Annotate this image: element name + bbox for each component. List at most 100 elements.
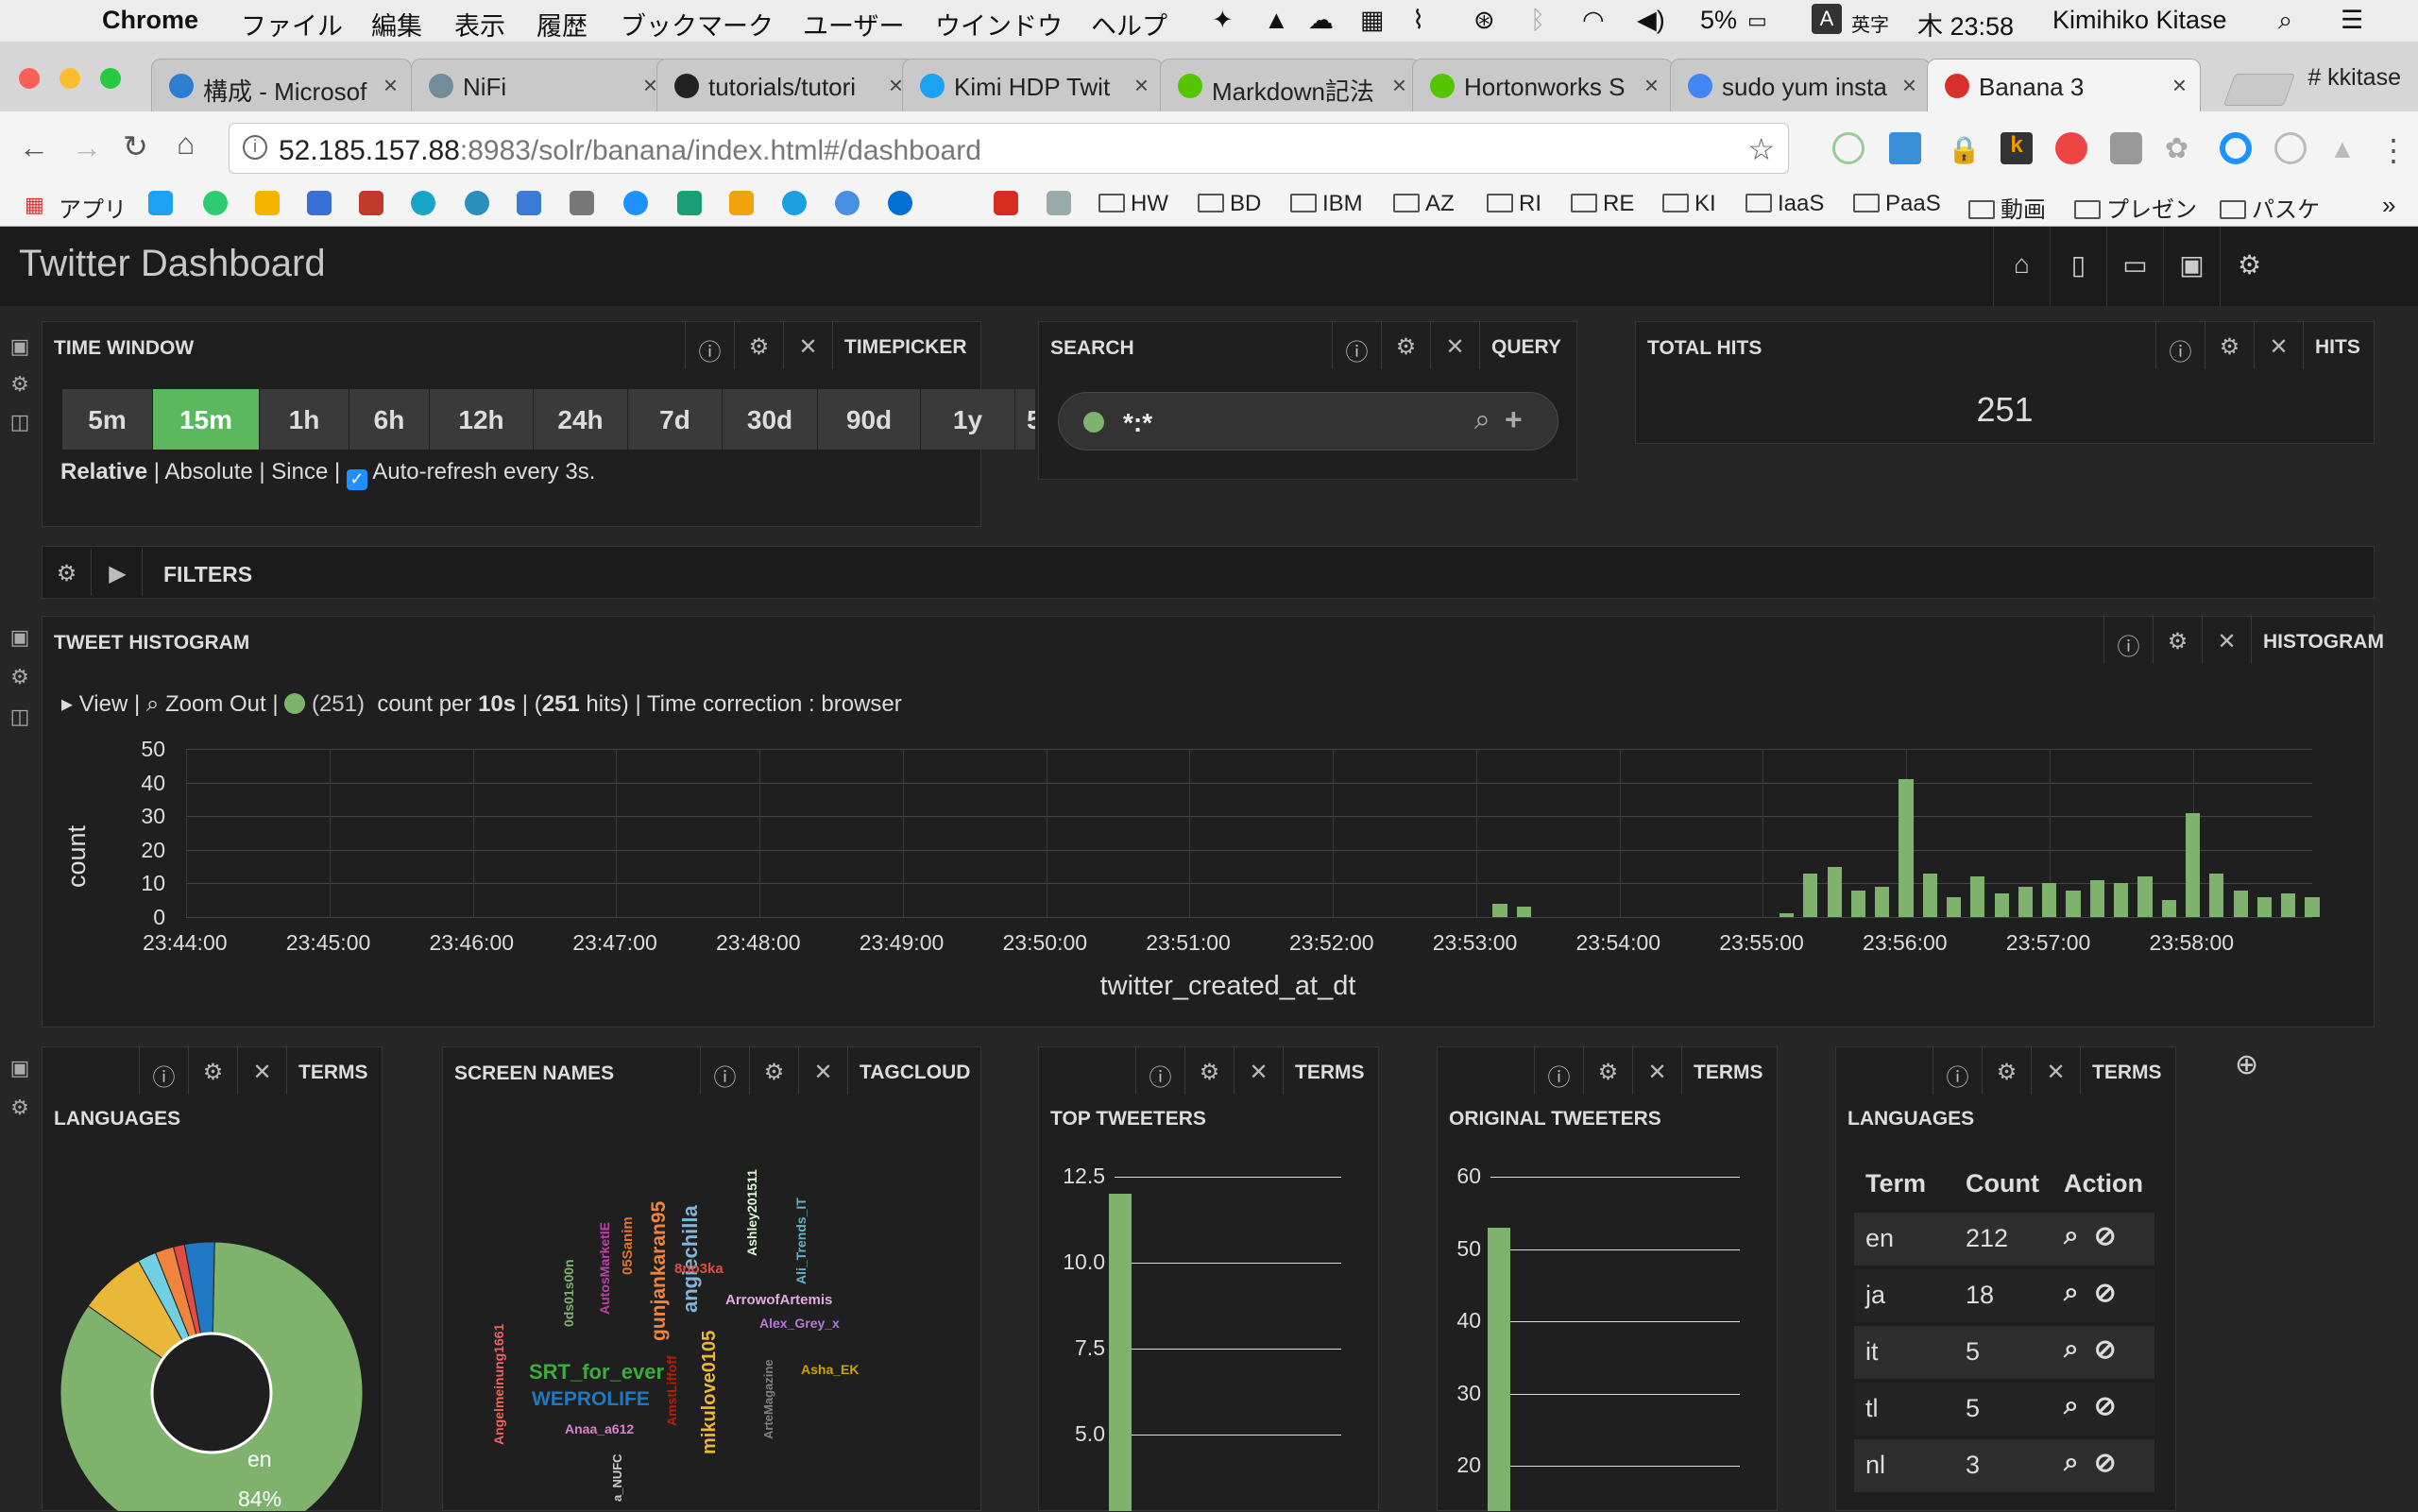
tag-cloud-word[interactable]: 05Sanim <box>620 1216 636 1275</box>
menu-view[interactable]: 表示 <box>454 6 505 42</box>
row-collapse-icon[interactable]: ▣ <box>8 625 32 650</box>
tag-cloud-word[interactable]: Asha_EK <box>801 1362 859 1377</box>
bookmark-folder-paas[interactable]: PaaS <box>1853 191 1941 217</box>
tab-4[interactable]: Kimi HDP Twit × <box>902 59 1163 111</box>
tab-close-icon[interactable]: × <box>1902 71 1916 100</box>
tab-close-icon[interactable]: × <box>2172 71 2187 100</box>
row-collapse-icon[interactable]: ▣ <box>8 1056 32 1080</box>
time-range-30d[interactable]: 30d <box>723 389 818 450</box>
bookmark-box-icon[interactable] <box>729 191 754 215</box>
input-source-icon[interactable]: A <box>1812 4 1842 34</box>
mode-relative[interactable]: Relative <box>60 459 147 484</box>
view-toggle[interactable]: ▸ View <box>61 691 128 717</box>
close-icon[interactable]: ✕ <box>1234 1047 1283 1095</box>
info-icon[interactable]: ⓘ <box>139 1047 188 1095</box>
menu-file[interactable]: ファイル <box>241 6 343 42</box>
extension-gray-icon[interactable] <box>2110 132 2142 164</box>
cloud-icon[interactable]: ☁ <box>1308 6 1334 35</box>
histogram-bar[interactable] <box>2042 883 2057 917</box>
histogram-bar[interactable] <box>2137 876 2153 917</box>
info-icon[interactable]: i <box>243 135 267 160</box>
tag-cloud-word[interactable]: Angelmeinung1661 <box>491 1324 506 1445</box>
bookmark-c-icon[interactable] <box>994 191 1018 215</box>
settings-icon[interactable]: ⚙ <box>188 1047 237 1095</box>
accessibility-icon[interactable]: ⊛ <box>1473 6 1495 35</box>
histogram-bar[interactable] <box>2256 896 2272 917</box>
bookmark-sync-icon[interactable] <box>623 191 648 215</box>
bookmark-flag-icon[interactable] <box>359 191 383 215</box>
extension-drive-icon[interactable]: ▲ <box>2329 134 2356 164</box>
extension-flower-icon[interactable]: ✿ <box>2165 132 2188 165</box>
histogram-bar[interactable] <box>2089 879 2104 917</box>
info-icon[interactable]: ⓘ <box>700 1047 749 1095</box>
close-icon[interactable]: ✕ <box>2254 322 2303 369</box>
histogram-bar[interactable] <box>2066 890 2081 917</box>
new-tab-button[interactable] <box>2222 74 2296 106</box>
extension-circle-icon[interactable] <box>2055 132 2087 164</box>
filter-search-icon[interactable]: ⌕ <box>2064 1334 2079 1365</box>
settings-icon[interactable]: ⚙ <box>734 322 783 369</box>
bookmark-b-icon[interactable] <box>307 191 332 215</box>
tag-cloud-word[interactable]: ArteMagazine <box>761 1359 775 1439</box>
menu-edit[interactable]: 編集 <box>371 6 422 42</box>
dashboard-settings-icon[interactable]: ⚙ <box>2220 227 2418 306</box>
bookmark-teal-icon[interactable] <box>411 191 435 215</box>
histogram-bar[interactable] <box>2305 896 2320 917</box>
histogram-bar[interactable] <box>1947 896 1962 917</box>
tag-cloud-word[interactable]: a_NUFC <box>610 1453 624 1502</box>
time-range-1h[interactable]: 1h <box>260 389 349 450</box>
tab-6[interactable]: Hortonworks S × <box>1412 59 1673 111</box>
extension-blue-icon[interactable] <box>1889 132 1921 164</box>
close-icon[interactable]: ✕ <box>798 1047 847 1095</box>
histogram-bar[interactable] <box>1492 903 1507 917</box>
interval-value[interactable]: 10s <box>478 691 516 717</box>
close-icon[interactable]: ✕ <box>1430 322 1479 369</box>
battery-icon[interactable]: ▭ <box>1747 8 1767 33</box>
menu-history[interactable]: 履歴 <box>536 6 587 42</box>
original-tweeters-bar[interactable] <box>1488 1227 1510 1511</box>
tab-1[interactable]: 構成 - Microsof × <box>151 59 412 111</box>
time-range-24h[interactable]: 24h <box>534 389 628 450</box>
chrome-menu-icon[interactable]: ⋮ <box>2378 132 2409 168</box>
bluetooth-icon[interactable]: ᛒ <box>1530 6 1545 35</box>
search-icon[interactable]: ⌕ <box>1474 404 1490 436</box>
bookmark-cloud2-icon[interactable] <box>835 191 860 215</box>
zoom-out-button[interactable]: ⌕ Zoom Out <box>146 691 266 717</box>
info-icon[interactable]: ⓘ <box>1933 1047 1982 1095</box>
tag-cloud-word[interactable]: AmstLiffoff <box>664 1355 679 1426</box>
extension-lock-icon[interactable]: 🔒 <box>1948 134 1981 165</box>
forward-icon[interactable]: → <box>72 130 102 165</box>
tag-cloud-word[interactable]: SRT_for_ever <box>529 1360 664 1385</box>
term-cell[interactable]: nl <box>1865 1451 1885 1480</box>
bookmark-folder-hw[interactable]: HW <box>1098 191 1168 217</box>
tab-close-icon[interactable]: × <box>383 71 398 100</box>
menu-help[interactable]: ヘルプ <box>1091 6 1167 42</box>
close-icon[interactable]: ✕ <box>1632 1047 1681 1095</box>
tab-3[interactable]: tutorials/tutori × <box>656 59 917 111</box>
bookmark-folder-ibm[interactable]: IBM <box>1290 191 1363 217</box>
info-icon[interactable]: ⓘ <box>1332 322 1381 369</box>
tag-cloud-word[interactable]: AutosMarketIE <box>597 1222 612 1315</box>
filter-exclude-icon[interactable]: ⊘ <box>2094 1447 2116 1478</box>
settings-icon[interactable]: ⚙ <box>749 1047 798 1095</box>
settings-icon[interactable]: ⚙ <box>1583 1047 1632 1095</box>
tag-cloud-word[interactable]: gunjankaran95 <box>648 1201 671 1341</box>
filter-exclude-icon[interactable]: ⊘ <box>2094 1334 2116 1365</box>
settings-icon[interactable]: ⚙ <box>1184 1047 1234 1095</box>
histogram-bar[interactable] <box>2161 900 2176 917</box>
home-icon[interactable]: ⌂ <box>177 127 195 161</box>
info-icon[interactable]: ⓘ <box>685 322 734 369</box>
time-range-15m[interactable]: 15m <box>153 389 260 450</box>
bookmark-folder-presen[interactable]: プレゼン <box>2074 191 2197 224</box>
settings-icon[interactable]: ⚙ <box>1982 1047 2031 1095</box>
bookmark-folder-iaas[interactable]: IaaS <box>1745 191 1824 217</box>
user-name[interactable]: Kimihiko Kitase <box>2052 6 2227 35</box>
histogram-bar[interactable] <box>1827 866 1842 917</box>
home-dashboard-icon[interactable]: ⌂ <box>1993 227 2050 306</box>
wifi-icon[interactable]: ◠ <box>1582 6 1605 35</box>
tag-cloud-word[interactable]: 8no3ka <box>674 1261 724 1277</box>
histogram-bar[interactable] <box>1994 893 2009 917</box>
histogram-bar[interactable] <box>1779 913 1795 917</box>
extension-swirl-icon[interactable] <box>2274 132 2307 164</box>
tag-cloud-word[interactable]: angiechilla <box>678 1205 703 1313</box>
